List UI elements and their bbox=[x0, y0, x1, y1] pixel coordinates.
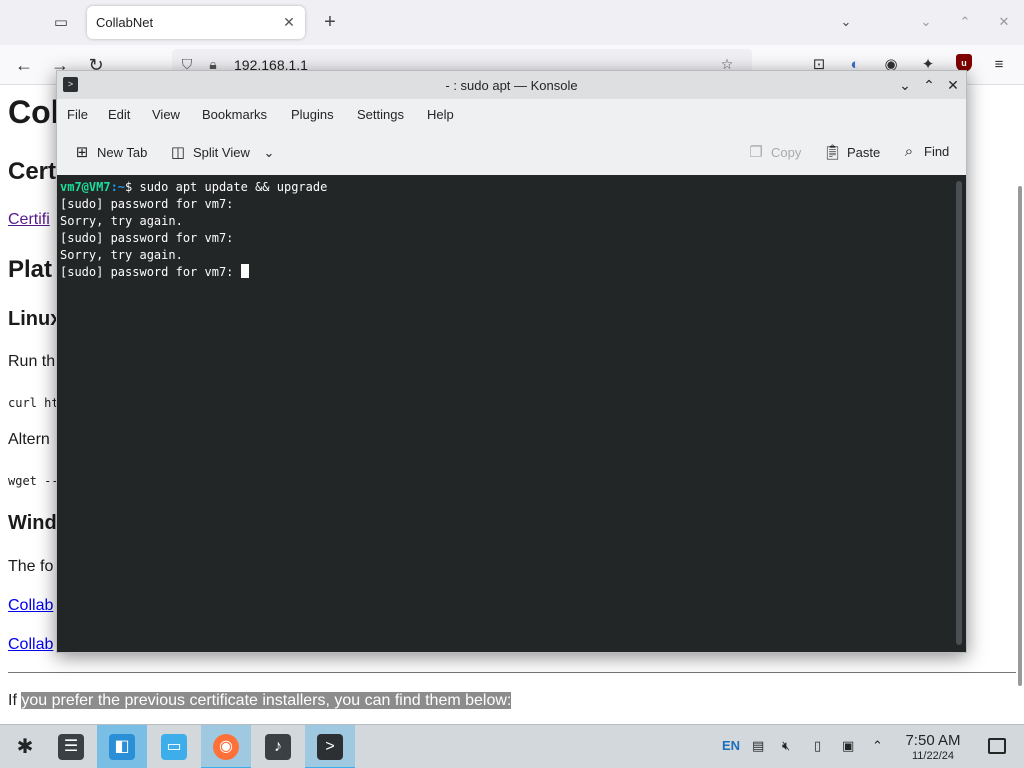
section-heading-certificates: Cert bbox=[8, 158, 57, 185]
paste-icon: 📋︎ bbox=[823, 144, 843, 161]
keyboard-layout[interactable]: EN bbox=[722, 738, 740, 753]
chevron-down-icon[interactable]: ⌄ bbox=[263, 145, 274, 160]
terminal-cursor bbox=[240, 264, 249, 278]
close-icon[interactable]: ✕ bbox=[994, 12, 1014, 32]
new-tab-button[interactable]: ⊞ New Tab bbox=[73, 143, 148, 161]
konsole-title-bar[interactable]: > - : sudo apt — Konsole ⌄ ⌃ ✕ bbox=[57, 71, 966, 99]
audio-app[interactable]: ♪ bbox=[253, 725, 303, 768]
menu-edit[interactable]: Edit bbox=[108, 107, 130, 122]
footer-prefix: If bbox=[8, 692, 22, 709]
show-desktop-icon[interactable] bbox=[988, 738, 1006, 754]
menu-bookmarks[interactable]: Bookmarks bbox=[202, 107, 267, 122]
usb-device-icon[interactable]: ▯ bbox=[814, 738, 821, 754]
firefox-app[interactable]: ◉ bbox=[201, 725, 251, 768]
app-menu-icon[interactable]: ≡ bbox=[988, 54, 1010, 76]
alternative-text: Altern bbox=[8, 431, 50, 448]
terminal-icon: > bbox=[317, 734, 343, 760]
split-view-icon: ◫ bbox=[170, 144, 186, 161]
section-heading-windows: Wind bbox=[8, 512, 57, 534]
maximize-icon[interactable]: ⌃ bbox=[955, 12, 975, 32]
menu-view[interactable]: View bbox=[152, 107, 180, 122]
minimize-icon[interactable]: ⌄ bbox=[916, 12, 936, 32]
find-label: Find bbox=[924, 144, 950, 159]
paste-label: Paste bbox=[847, 145, 881, 160]
audio-tool-icon: ♪ bbox=[265, 734, 291, 760]
application-launcher[interactable]: ✱ bbox=[0, 725, 50, 768]
new-tab-icon: ⊞ bbox=[75, 144, 89, 161]
tab-title: CollabNet bbox=[96, 15, 154, 30]
konsole-menu-bar: File Edit View Bookmarks Plugins Setting… bbox=[57, 99, 966, 131]
browser-tab[interactable]: CollabNet ✕ bbox=[87, 6, 305, 39]
command-text: $ sudo apt update && upgrade bbox=[125, 180, 328, 194]
terminal-output: vm7@VM7:~$ sudo apt update && upgrade [su… bbox=[60, 179, 327, 281]
selected-text: you prefer the previous certificate inst… bbox=[21, 692, 512, 709]
terminal-area[interactable]: vm7@VM7:~$ sudo apt update && upgrade [su… bbox=[57, 175, 966, 652]
split-view-button[interactable]: ◫ Split View ⌄ bbox=[169, 143, 274, 161]
kde-launcher-icon: ✱ bbox=[16, 736, 34, 758]
settings-sliders-icon: ☰ bbox=[58, 734, 84, 760]
menu-help[interactable]: Help bbox=[427, 107, 454, 122]
split-view-label: Split View bbox=[193, 145, 250, 160]
clipboard-icon[interactable]: ▤ bbox=[752, 738, 764, 754]
curl-command: curl ht bbox=[8, 396, 59, 410]
tab-list-icon[interactable]: ▭ bbox=[50, 12, 72, 34]
terminal-line: [sudo] password for vm7: bbox=[60, 231, 234, 245]
network-icon[interactable]: ▣ bbox=[842, 738, 854, 754]
konsole-maximize-icon[interactable]: ⌃ bbox=[919, 75, 939, 95]
firefox-icon: ◉ bbox=[213, 734, 239, 760]
terminal-line: [sudo] password for vm7: bbox=[60, 197, 234, 211]
linux-instructions-text: Run th bbox=[8, 353, 56, 370]
tray-expand-icon[interactable]: ⌃ bbox=[872, 738, 883, 754]
collabnet-link-2[interactable]: Collab bbox=[8, 636, 53, 654]
find-button[interactable]: ⌕ Find bbox=[900, 143, 950, 160]
menu-file[interactable]: File bbox=[67, 107, 88, 122]
new-tab-label: New Tab bbox=[97, 145, 148, 160]
browser-tab-bar: ▭ CollabNet ✕ + ⌄ ⌄ ⌃ ✕ bbox=[0, 0, 1024, 45]
prompt-user: vm7@VM7 bbox=[60, 180, 111, 194]
clock-time[interactable]: 7:50 AM bbox=[890, 732, 976, 749]
copy-icon: ❐ bbox=[749, 144, 763, 161]
section-heading-platforms: Plat bbox=[8, 256, 53, 283]
tab-close-icon[interactable]: ✕ bbox=[279, 12, 299, 32]
konsole-toolbar: ⊞ New Tab ◫ Split View ⌄ ❐ Copy 📋︎ Paste ⌕ Fi… bbox=[57, 133, 966, 173]
konsole-taskbar-app[interactable]: > bbox=[305, 725, 355, 768]
terminal-active-line: [sudo] password for vm7: bbox=[60, 264, 327, 281]
terminal-line: Sorry, try again. bbox=[60, 214, 183, 228]
system-settings-app[interactable]: ☰ bbox=[46, 725, 96, 768]
tab-overflow-chevron-icon[interactable]: ⌄ bbox=[836, 12, 856, 32]
menu-settings[interactable]: Settings bbox=[357, 107, 404, 122]
terminal-line: Sorry, try again. bbox=[60, 248, 183, 262]
file-manager-app[interactable]: ▭ bbox=[149, 725, 199, 768]
search-icon: ⌕ bbox=[904, 143, 914, 160]
wget-command: wget -- bbox=[8, 474, 59, 488]
prompt-path: :~ bbox=[110, 180, 126, 194]
menu-plugins[interactable]: Plugins bbox=[291, 107, 334, 122]
page-scrollbar[interactable] bbox=[1018, 186, 1022, 686]
terminal-line: [sudo] password for vm7: bbox=[60, 265, 241, 279]
footer-text: If you prefer the previous certificate i… bbox=[8, 692, 512, 710]
clock-date[interactable]: 11/22/24 bbox=[890, 750, 976, 762]
store-bag-icon: ◧ bbox=[109, 734, 135, 760]
terminal-scrollbar[interactable] bbox=[956, 181, 962, 645]
folder-icon: ▭ bbox=[161, 734, 187, 760]
konsole-minimize-icon[interactable]: ⌄ bbox=[895, 75, 915, 95]
discover-app[interactable]: ◧ bbox=[97, 725, 147, 768]
paste-button[interactable]: 📋︎ Paste bbox=[823, 143, 880, 161]
collabnet-link-1[interactable]: Collab bbox=[8, 597, 53, 615]
konsole-title: - : sudo apt — Konsole bbox=[445, 78, 578, 93]
copy-label: Copy bbox=[771, 145, 802, 160]
divider bbox=[8, 672, 1016, 673]
back-icon[interactable]: ← bbox=[12, 53, 36, 77]
section-heading-linux: Linux bbox=[8, 308, 62, 330]
volume-muted-icon[interactable]: 🔇︎ bbox=[782, 738, 790, 754]
konsole-close-icon[interactable]: ✕ bbox=[943, 75, 963, 95]
terminal-command-line: vm7@VM7:~$ sudo apt update && upgrade bbox=[60, 179, 327, 196]
konsole-window: > - : sudo apt — Konsole ⌄ ⌃ ✕ File Edit… bbox=[56, 70, 967, 653]
certificate-link[interactable]: Certifi bbox=[8, 211, 50, 229]
windows-instructions-text: The fo bbox=[8, 558, 54, 575]
new-tab-button[interactable]: + bbox=[318, 11, 342, 35]
copy-button[interactable]: ❐ Copy bbox=[747, 143, 801, 161]
taskbar: ✱ ☰ ◧ ▭ ◉ ♪ > EN ▤ 🔇︎ ▯ ▣ ⌃ 7:50 AM 11/2… bbox=[0, 724, 1024, 768]
